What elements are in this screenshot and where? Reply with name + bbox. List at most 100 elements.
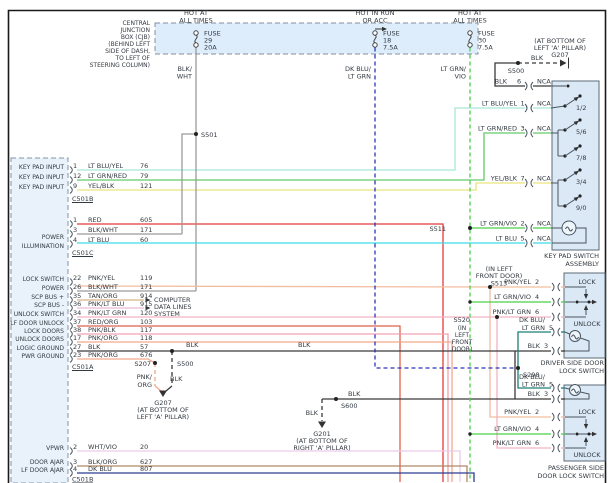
circuit-number: 605 <box>140 216 152 224</box>
pin-number: 37 <box>73 318 81 326</box>
fuse-icon <box>194 31 198 35</box>
fuse-icon <box>468 31 472 35</box>
wire-color-label: BLK <box>531 54 544 62</box>
wire-color-label: BLK <box>186 341 199 349</box>
circuit-number: 60 <box>140 236 148 244</box>
cjb-name-label: SIDE OF DASH, <box>105 48 150 55</box>
pin-number: 3 <box>521 125 525 133</box>
cjb-name-label: CENTRAL <box>122 20 150 27</box>
wire-color-label: PNK/LT GRN <box>88 309 127 317</box>
module-left-label: LOCK DOORS <box>24 328 64 335</box>
wire-color-label: PNK/BLK <box>88 326 116 334</box>
module-left-label: UNLOCK SWITCH <box>14 311 64 318</box>
circuit-number: 117 <box>140 326 152 334</box>
pin-number: 1 <box>73 162 77 170</box>
wire-color-label: DK BLU <box>88 465 112 473</box>
wire-color-label: LT BLU/YEL <box>88 162 124 170</box>
module-left-label: SCP BUS + <box>31 294 64 301</box>
cjb-name-label: TO LEFT OF <box>114 55 150 62</box>
wire-color-label: RED/ORG <box>88 318 119 326</box>
fuse-icon <box>468 43 472 47</box>
wire-color-label: BLK <box>495 78 508 86</box>
switch-position-label: 5/6 <box>576 128 586 136</box>
wire-color-label: PNK/LT GRN <box>493 308 532 316</box>
splice-dot <box>468 226 472 230</box>
module-left-label: LF DOOR AJAR <box>21 467 64 474</box>
nca-label: NCA <box>537 235 551 243</box>
pin-number: 1 <box>521 100 525 108</box>
pin-number: 5 <box>549 381 553 389</box>
switch-position-label: 1/2 <box>576 104 586 112</box>
splice-label: S207 <box>134 360 151 368</box>
pin-number: 1 <box>73 216 77 224</box>
splice-label: S500 <box>177 360 194 368</box>
circuit-number: 121 <box>140 182 152 190</box>
pin-number: 7 <box>521 175 525 183</box>
circuit-number: 119 <box>140 274 152 282</box>
wire-color-label: PNK/LT BLU <box>88 300 125 308</box>
pin-number: 12 <box>73 172 81 180</box>
switch-position-label: 7/8 <box>576 154 586 162</box>
nca-label: NCA <box>537 220 551 228</box>
circuit-number: 20 <box>140 443 148 451</box>
pin-number: 3 <box>544 342 548 350</box>
wire-color-label: BLK <box>528 390 541 398</box>
circuit-number: 914 <box>140 292 152 300</box>
splice-dot <box>567 85 570 88</box>
wire-color-label: LT GRN/VIO <box>494 293 531 301</box>
connector-label: C501B <box>72 476 93 483</box>
wire-color-label: LT BLU/YEL <box>482 100 518 108</box>
fuse-icon <box>373 43 377 47</box>
pin-number: 26 <box>73 283 81 291</box>
circuit-number: 171 <box>140 283 152 291</box>
wire-color-label: RED <box>88 216 102 224</box>
splice-label: S520 <box>453 316 470 324</box>
circuit-number: 57 <box>140 343 148 351</box>
module-left-label: POWER <box>42 234 64 241</box>
wire-color-label: LT GRN/VIO <box>480 220 517 228</box>
pin-number: 3 <box>544 390 548 398</box>
splice-location-label: (IN <box>458 325 467 332</box>
wire-color-label: BLK <box>170 375 183 383</box>
wire-color-label: TAN/ORG <box>87 292 118 300</box>
circuit-number: 171 <box>140 226 152 234</box>
module-left-label: KEY PAD INPUT <box>19 184 64 191</box>
pin-number: 4 <box>535 425 539 433</box>
passenger-door-lock-switch-box <box>564 385 605 461</box>
wire-color-label: BLK <box>306 409 319 417</box>
pin-number: 2 <box>535 408 539 416</box>
switch-position-label: LOCK <box>578 408 596 416</box>
splice-label: S501 <box>201 131 218 139</box>
pin-number: 6 <box>535 308 539 316</box>
wire-color-label: BLK <box>348 390 361 398</box>
wire-color-label: PNK/YEL <box>88 274 115 282</box>
splice-dot <box>516 61 520 65</box>
splice-dot <box>576 301 579 304</box>
wire-color-label: WHT <box>177 73 192 81</box>
switch-position-label: 3/4 <box>576 178 586 186</box>
ground-id-label: G207 <box>551 51 568 59</box>
module-left-label: LF DOOR UNLOCK <box>10 320 65 327</box>
switch-position-label: 9/0 <box>576 204 586 212</box>
connector-label: C501C <box>72 249 94 257</box>
pin-number: 6 <box>517 78 521 86</box>
pin-number: 2 <box>521 220 525 228</box>
pin-number: 4 <box>73 236 77 244</box>
pin-number: 5 <box>549 324 553 332</box>
splice-dot <box>153 361 157 365</box>
switch-position-label: UNLOCK <box>574 451 602 459</box>
module-left-label: KEY PAD INPUT <box>19 164 64 171</box>
splice-dot <box>588 301 591 304</box>
wire-color-label: PNK/ORG <box>88 334 118 342</box>
wire-color-label: PNK/YEL <box>504 278 531 286</box>
switch-position-label: LOCK <box>578 278 596 286</box>
splice-label: S500 <box>508 67 525 75</box>
splice-dot <box>334 397 338 401</box>
wire-color-label: PNK/YEL <box>504 408 531 416</box>
component-label: KEY PAD SWITCH <box>544 252 599 260</box>
cjb-name-label: BOX (CJB) <box>121 34 150 41</box>
pin-number: 6 <box>535 439 539 447</box>
pin-number: 4 <box>73 465 77 473</box>
circuit-number: 807 <box>140 465 152 473</box>
wire-color-label: LT GRN <box>522 381 545 389</box>
